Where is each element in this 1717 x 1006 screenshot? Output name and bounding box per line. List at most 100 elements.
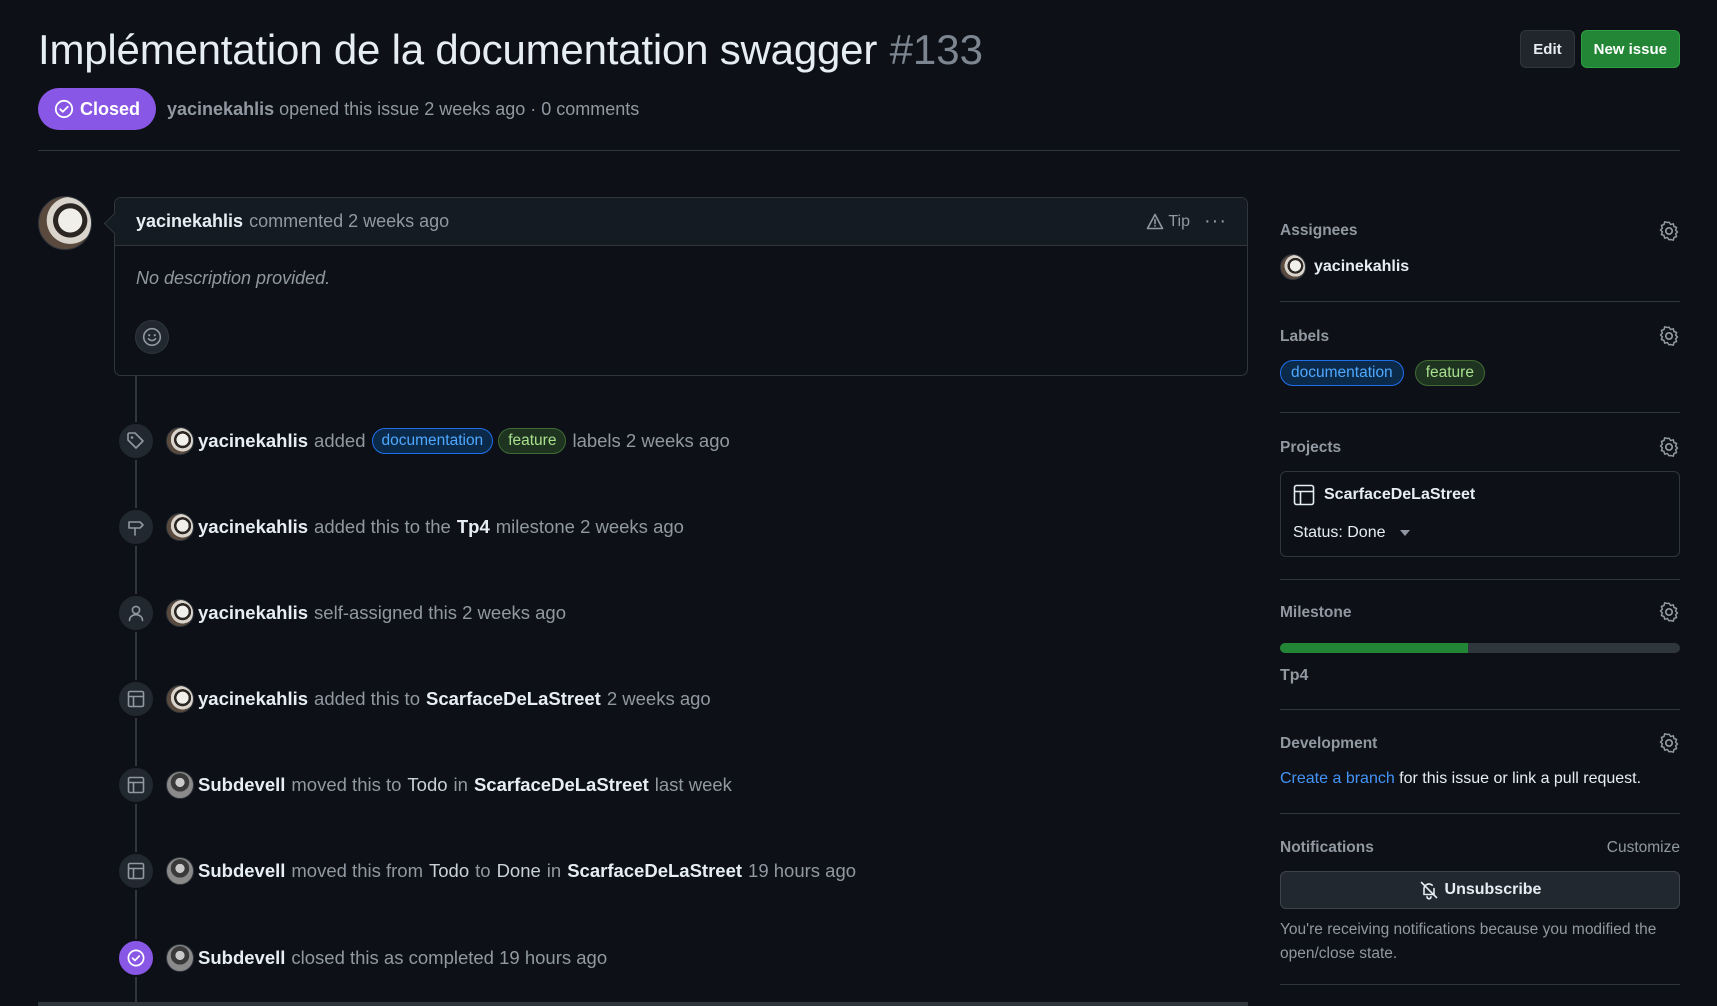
issue-header: Implémentation de la documentation swagg… bbox=[38, 26, 1680, 130]
sidebar-divider bbox=[1280, 579, 1680, 580]
gear-icon[interactable] bbox=[1658, 436, 1680, 458]
project-card: ScarfaceDeLaStreet Status: Done bbox=[1280, 471, 1680, 557]
table-icon bbox=[117, 852, 155, 890]
development-title: Development bbox=[1280, 735, 1378, 752]
label-feature[interactable]: feature bbox=[498, 428, 567, 454]
milestone-title: Milestone bbox=[1280, 604, 1352, 621]
table-icon bbox=[1293, 484, 1315, 506]
event-to: to bbox=[475, 860, 491, 881]
header-divider bbox=[38, 150, 1680, 151]
column-name: Done bbox=[496, 860, 541, 881]
event-actor-link[interactable]: yacinekahlis bbox=[198, 430, 308, 452]
sidebar-divider bbox=[1280, 301, 1680, 302]
avatar[interactable] bbox=[166, 427, 194, 455]
unsubscribe-button[interactable]: Unsubscribe bbox=[1280, 871, 1680, 909]
issue-body-comment: yacinekahlis commented 2 weeks ago Tip ·… bbox=[114, 197, 1248, 376]
event-action: moved this from bbox=[291, 860, 423, 881]
customize-link[interactable]: Customize bbox=[1607, 839, 1680, 857]
assignee-item[interactable]: yacinekahlis bbox=[1280, 254, 1409, 280]
avatar[interactable] bbox=[166, 685, 194, 713]
avatar[interactable] bbox=[166, 513, 194, 541]
column-name: Todo bbox=[429, 860, 470, 881]
avatar[interactable] bbox=[38, 196, 92, 250]
edit-button[interactable]: Edit bbox=[1520, 30, 1575, 68]
comment-author-link[interactable]: yacinekahlis bbox=[136, 211, 243, 232]
event-tail: 2 weeks ago bbox=[606, 688, 711, 709]
assignee-name: yacinekahlis bbox=[1314, 258, 1410, 275]
issue-page: Implémentation de la documentation swagg… bbox=[38, 0, 1680, 1006]
timeline-event-milestone: yacinekahlis added this to the Tp4 miles… bbox=[117, 507, 684, 547]
header-actions: Edit New issue bbox=[1520, 30, 1680, 68]
avatar[interactable] bbox=[166, 771, 194, 799]
project-link[interactable]: ScarfaceDeLaStreet bbox=[474, 774, 649, 796]
milestone-link[interactable]: Tp4 bbox=[457, 516, 490, 538]
sidebar-divider bbox=[1280, 412, 1680, 413]
add-reaction-button[interactable] bbox=[135, 320, 169, 354]
timeline-event-project: yacinekahlis added this to ScarfaceDeLaS… bbox=[117, 679, 711, 719]
milestone-progress-fill bbox=[1280, 643, 1468, 653]
gear-icon[interactable] bbox=[1658, 325, 1680, 347]
issue-author-link[interactable]: yacinekahlis bbox=[167, 99, 274, 120]
sidebar-divider bbox=[1280, 709, 1680, 710]
sidebar-divider bbox=[1280, 813, 1680, 814]
event-actor-link[interactable]: yacinekahlis bbox=[198, 688, 308, 710]
development-text: Create a branch for this issue or link a… bbox=[1280, 770, 1641, 788]
assignees-title: Assignees bbox=[1280, 222, 1358, 239]
event-in: in bbox=[453, 774, 468, 795]
event-action: added this to the bbox=[314, 516, 451, 537]
column-name: Todo bbox=[407, 774, 448, 795]
timeline-bottom-divider bbox=[38, 1002, 1248, 1006]
avatar[interactable] bbox=[166, 857, 194, 885]
timeline-event-assign: yacinekahlis self-assigned this 2 weeks … bbox=[117, 593, 566, 633]
project-status: Status: Done bbox=[1293, 524, 1386, 541]
milestone-link[interactable]: Tp4 bbox=[1280, 667, 1308, 685]
smiley-icon bbox=[142, 327, 162, 347]
unsubscribe-label: Unsubscribe bbox=[1444, 881, 1542, 898]
alert-icon bbox=[1147, 213, 1164, 230]
title-row: Implémentation de la documentation swagg… bbox=[38, 26, 983, 74]
milestone-icon bbox=[117, 508, 155, 546]
new-issue-button[interactable]: New issue bbox=[1580, 30, 1680, 68]
event-actor-link[interactable]: Subdevell bbox=[198, 947, 285, 969]
comment-meta: commented 2 weeks ago bbox=[249, 211, 450, 231]
gear-icon[interactable] bbox=[1658, 220, 1680, 242]
comment-header: yacinekahlis commented 2 weeks ago Tip ·… bbox=[115, 198, 1247, 246]
timeline-event-labels: yacinekahlis added documentation feature… bbox=[117, 421, 730, 461]
notifications-title: Notifications bbox=[1280, 839, 1374, 856]
avatar bbox=[1280, 254, 1306, 280]
gear-icon[interactable] bbox=[1658, 601, 1680, 623]
project-link[interactable]: ScarfaceDeLaStreet bbox=[567, 860, 742, 882]
gear-icon[interactable] bbox=[1658, 732, 1680, 754]
kebab-horizontal-icon[interactable]: ··· bbox=[1204, 210, 1227, 233]
label-documentation[interactable]: documentation bbox=[371, 428, 494, 454]
create-branch-link[interactable]: Create a branch bbox=[1280, 770, 1395, 787]
event-tail: 19 hours ago bbox=[748, 860, 857, 881]
avatar[interactable] bbox=[166, 944, 194, 972]
event-tail: labels 2 weeks ago bbox=[572, 430, 730, 451]
tip-label: Tip bbox=[1168, 212, 1191, 230]
event-actor-link[interactable]: Subdevell bbox=[198, 860, 285, 882]
label-feature[interactable]: feature bbox=[1414, 360, 1485, 386]
event-action: added this to bbox=[314, 688, 420, 709]
labels-title: Labels bbox=[1280, 328, 1330, 345]
issue-number: #133 bbox=[889, 26, 983, 73]
event-actor-link[interactable]: yacinekahlis bbox=[198, 516, 308, 538]
project-link[interactable]: ScarfaceDeLaStreet bbox=[426, 688, 601, 710]
event-tail: milestone 2 weeks ago bbox=[495, 516, 684, 537]
check-circle-icon bbox=[54, 99, 74, 119]
event-actor-link[interactable]: Subdevell bbox=[198, 774, 285, 796]
milestone-progress-bar bbox=[1280, 643, 1680, 653]
event-actor-link[interactable]: yacinekahlis bbox=[198, 602, 308, 624]
tip-button[interactable]: Tip bbox=[1146, 213, 1190, 231]
event-action: moved this to bbox=[291, 774, 402, 795]
comment-actions: Tip ··· bbox=[1146, 210, 1227, 233]
project-link[interactable]: ScarfaceDeLaStreet bbox=[1293, 484, 1475, 506]
project-status-dropdown[interactable]: Status: Done bbox=[1293, 524, 1410, 542]
sidebar-labels: documentation feature bbox=[1280, 360, 1490, 386]
avatar[interactable] bbox=[166, 599, 194, 627]
label-documentation[interactable]: documentation bbox=[1280, 360, 1404, 386]
event-in: in bbox=[546, 860, 562, 881]
event-action: closed this as completed 19 hours ago bbox=[291, 947, 608, 968]
person-icon bbox=[117, 594, 155, 632]
table-icon bbox=[117, 680, 155, 718]
